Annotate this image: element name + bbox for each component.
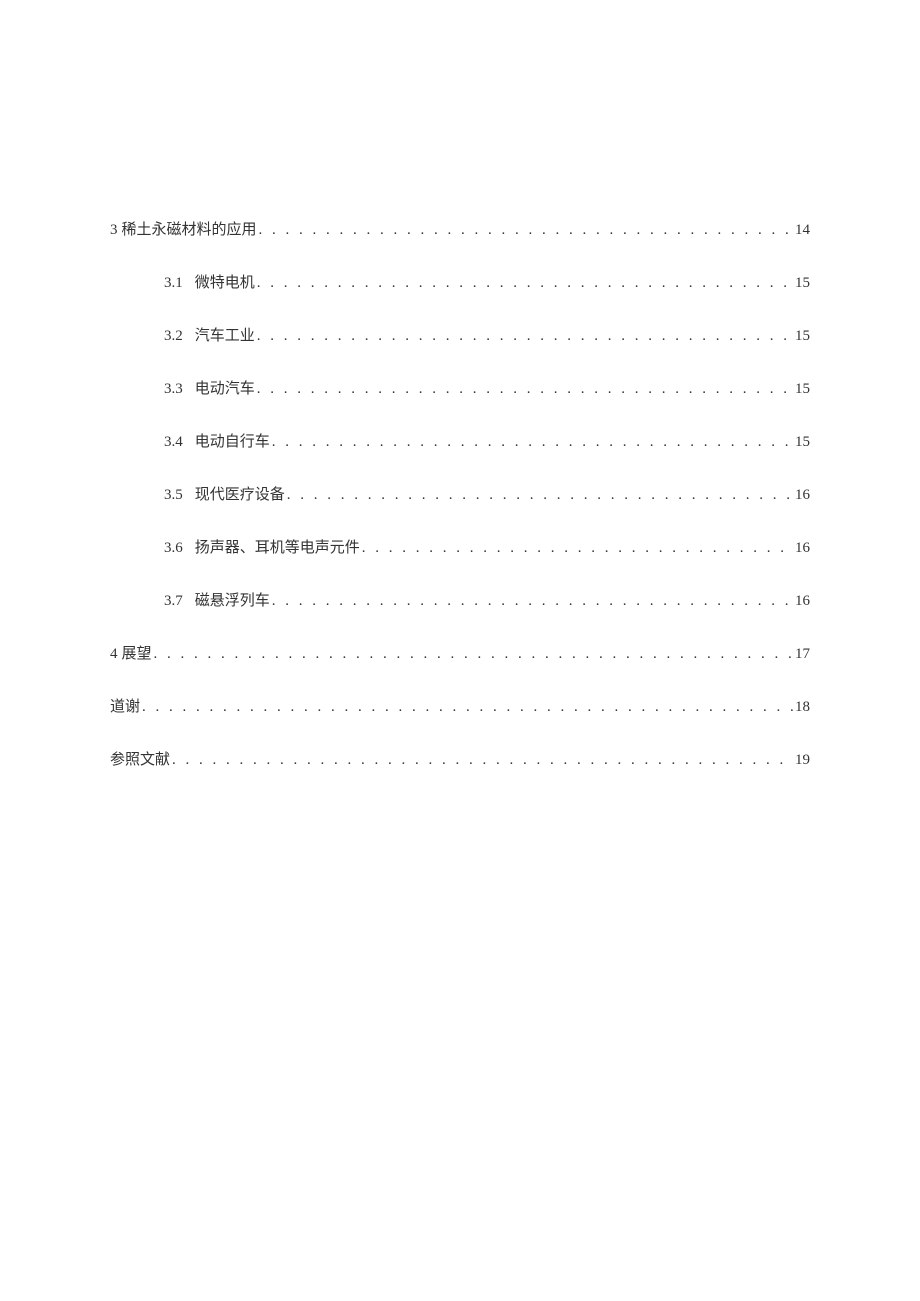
toc-entry-title: 参照文献	[110, 750, 170, 771]
document-page: 3稀土永磁材料的应用. . . . . . . . . . . . . . . …	[0, 0, 920, 771]
toc-leader-dots: . . . . . . . . . . . . . . . . . . . . …	[285, 485, 793, 506]
toc-entry-page: 18	[793, 697, 810, 718]
toc-entry: 3.2 汽车工业. . . . . . . . . . . . . . . . .…	[110, 326, 810, 347]
toc-entry-number: 3.3	[164, 379, 183, 400]
toc-entry: 3.6 扬声器、耳机等电声元件. . . . . . . . . . . . . …	[110, 538, 810, 559]
toc-entry-page: 15	[793, 326, 810, 347]
toc-entry-number: 3	[110, 220, 118, 241]
toc-entry-title: 现代医疗设备	[195, 485, 285, 506]
toc-leader-dots: . . . . . . . . . . . . . . . . . . . . …	[360, 538, 793, 559]
toc-entry-page: 16	[793, 538, 810, 559]
toc-entry-page: 15	[793, 432, 810, 453]
toc-entry: 参照文献. . . . . . . . . . . . . . . . . . …	[110, 750, 810, 771]
toc-entry-title: 扬声器、耳机等电声元件	[195, 538, 360, 559]
toc-entry-title: 稀土永磁材料的应用	[122, 220, 257, 241]
toc-entry-number: 3.7	[164, 591, 183, 612]
toc-entry-page: 16	[793, 485, 810, 506]
toc-entry: 4展望. . . . . . . . . . . . . . . . . . .…	[110, 644, 810, 665]
toc-leader-dots: . . . . . . . . . . . . . . . . . . . . …	[270, 432, 793, 453]
toc-leader-dots: . . . . . . . . . . . . . . . . . . . . …	[255, 379, 793, 400]
toc-entry-number: 4	[110, 644, 118, 665]
toc-entry-title: 磁悬浮列车	[195, 591, 270, 612]
toc-leader-dots: . . . . . . . . . . . . . . . . . . . . …	[152, 644, 793, 665]
toc-entry-title: 汽车工业	[195, 326, 255, 347]
toc-entry: 3.1 微特电机. . . . . . . . . . . . . . . . .…	[110, 273, 810, 294]
toc-entry-title: 展望	[122, 644, 152, 665]
toc-entry-number: 3.5	[164, 485, 183, 506]
toc-entry: 3.7 磁悬浮列车. . . . . . . . . . . . . . . . …	[110, 591, 810, 612]
toc-entry-page: 17	[793, 644, 810, 665]
toc-entry-number: 3.1	[164, 273, 183, 294]
toc-entry-number: 3.4	[164, 432, 183, 453]
toc-leader-dots: . . . . . . . . . . . . . . . . . . . . …	[170, 750, 793, 771]
toc-leader-dots: . . . . . . . . . . . . . . . . . . . . …	[140, 697, 793, 718]
toc-leader-dots: . . . . . . . . . . . . . . . . . . . . …	[270, 591, 793, 612]
toc-entry-page: 15	[793, 379, 810, 400]
toc-leader-dots: . . . . . . . . . . . . . . . . . . . . …	[257, 220, 793, 241]
toc-leader-dots: . . . . . . . . . . . . . . . . . . . . …	[255, 326, 793, 347]
toc-entry-title: 道谢	[110, 697, 140, 718]
toc-entry-page: 15	[793, 273, 810, 294]
toc-entry: 3.5 现代医疗设备. . . . . . . . . . . . . . . .…	[110, 485, 810, 506]
toc-leader-dots: . . . . . . . . . . . . . . . . . . . . …	[255, 273, 793, 294]
toc-entry: 3稀土永磁材料的应用. . . . . . . . . . . . . . . …	[110, 220, 810, 241]
toc-entry-title: 电动自行车	[195, 432, 270, 453]
toc-entry-page: 16	[793, 591, 810, 612]
toc-entry-page: 19	[793, 750, 810, 771]
toc-entry: 3.3 电动汽车. . . . . . . . . . . . . . . . .…	[110, 379, 810, 400]
toc-entry: 3.4 电动自行车. . . . . . . . . . . . . . . . …	[110, 432, 810, 453]
toc-entry-title: 电动汽车	[195, 379, 255, 400]
toc-entry-page: 14	[793, 220, 810, 241]
toc-entry: 道谢. . . . . . . . . . . . . . . . . . . …	[110, 697, 810, 718]
toc-entry-number: 3.6	[164, 538, 183, 559]
toc-entry-number: 3.2	[164, 326, 183, 347]
toc-entry-title: 微特电机	[195, 273, 255, 294]
table-of-contents: 3稀土永磁材料的应用. . . . . . . . . . . . . . . …	[110, 220, 810, 771]
